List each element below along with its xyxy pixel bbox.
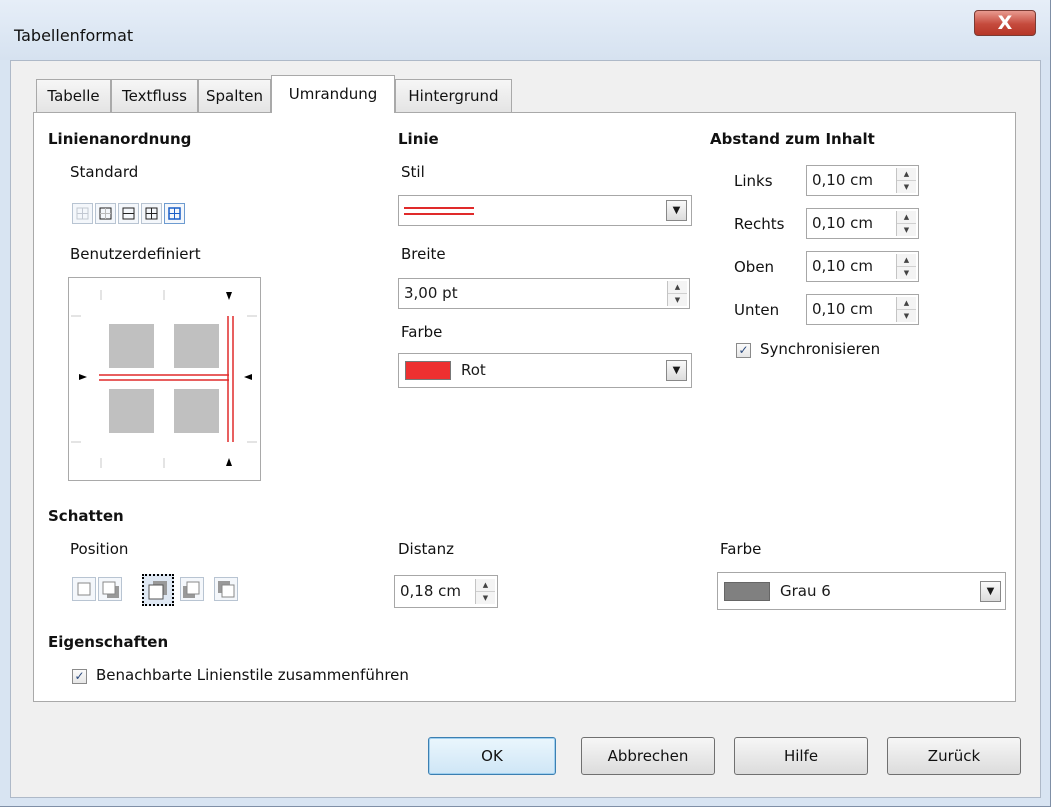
tab-tabelle[interactable]: Tabelle <box>36 79 111 112</box>
tab-umrandung[interactable]: Umrandung <box>271 75 395 113</box>
breite-value: 3,00 pt <box>404 284 458 302</box>
shadow-bottom-left-icon <box>183 581 200 598</box>
arrow-up-icon <box>226 458 232 466</box>
close-button[interactable]: X <box>974 10 1036 36</box>
preset-outer-inner-icon <box>168 207 181 220</box>
rechts-spinner[interactable]: ▲ ▼ <box>896 211 916 236</box>
stil-label: Stil <box>401 163 425 181</box>
shadow-top-right-icon <box>148 581 167 600</box>
border-preview-canvas <box>71 290 257 468</box>
oben-spinner[interactable]: ▲ ▼ <box>896 254 916 279</box>
rechts-value: 0,10 cm <box>812 214 874 232</box>
preset-all-icon <box>145 207 158 220</box>
oben-label: Oben <box>734 258 775 276</box>
linie-farbe-value: Rot <box>461 361 486 379</box>
abstand-heading: Abstand zum Inhalt <box>710 130 875 148</box>
linie-farbe-label: Farbe <box>401 323 443 341</box>
schatten-farbe-dropdown-arrow-icon[interactable]: ▼ <box>980 581 1001 602</box>
distanz-input[interactable]: 0,18 cm ▲ ▼ <box>394 575 498 608</box>
schatten-farbe-dropdown[interactable]: Grau 6 ▼ <box>717 572 1006 610</box>
linie-color-swatch <box>405 361 451 380</box>
cell-bottom-left <box>109 389 154 433</box>
shadow-bottom-left-button[interactable] <box>180 577 204 601</box>
synchronisieren-label: Synchronisieren <box>760 340 881 358</box>
zurueck-button[interactable]: Zurück <box>887 737 1021 775</box>
merge-linestyles-label: Benachbarte Linienstile zusammenführen <box>96 666 409 684</box>
ok-button[interactable]: OK <box>428 737 556 775</box>
schatten-heading: Schatten <box>48 507 124 525</box>
unten-spinner[interactable]: ▲ ▼ <box>896 297 916 322</box>
distanz-spinner[interactable]: ▲ ▼ <box>475 579 495 604</box>
shadow-top-right-button[interactable] <box>142 574 174 606</box>
hilfe-button[interactable]: Hilfe <box>734 737 868 775</box>
shadow-none-button[interactable] <box>72 577 96 601</box>
preset-outer-horizontal-icon <box>122 207 135 220</box>
stil-dropdown-arrow-icon[interactable]: ▼ <box>666 200 687 221</box>
shadow-none-icon <box>77 582 91 596</box>
oben-input[interactable]: 0,10 cm ▲ ▼ <box>806 251 919 282</box>
arrow-down-icon <box>226 292 232 300</box>
tab-spalten[interactable]: Spalten <box>198 79 271 112</box>
rechts-input[interactable]: 0,10 cm ▲ ▼ <box>806 208 919 239</box>
dialog-title: Tabellenformat <box>14 26 134 45</box>
line-style-preview <box>404 207 474 215</box>
border-preview-area[interactable] <box>68 277 261 481</box>
linie-farbe-dropdown[interactable]: Rot ▼ <box>398 353 692 388</box>
synchronisieren-checkbox[interactable]: ✓ <box>736 343 751 358</box>
linienanordnung-heading: Linienanordnung <box>48 130 192 148</box>
preset-outer-icon <box>99 207 112 220</box>
rechts-label: Rechts <box>734 215 785 233</box>
breite-label: Breite <box>401 245 446 263</box>
breite-input[interactable]: 3,00 pt ▲ ▼ <box>398 278 690 309</box>
shadow-bottom-right-icon <box>102 581 119 598</box>
preset-all-borders-button[interactable] <box>141 203 162 224</box>
links-label: Links <box>734 172 773 190</box>
preset-outer-border-button[interactable] <box>95 203 116 224</box>
preset-outer-inner-button[interactable] <box>164 203 185 224</box>
linie-farbe-dropdown-arrow-icon[interactable]: ▼ <box>666 360 687 381</box>
title-bar <box>0 0 1050 60</box>
position-label: Position <box>70 540 129 558</box>
preset-outer-horizontal-button[interactable] <box>118 203 139 224</box>
unten-input[interactable]: 0,10 cm ▲ ▼ <box>806 294 919 325</box>
schatten-farbe-label: Farbe <box>720 540 762 558</box>
standard-label: Standard <box>70 163 139 181</box>
shadow-bottom-right-button[interactable] <box>98 577 122 601</box>
distanz-label: Distanz <box>398 540 454 558</box>
cell-bottom-right <box>174 389 219 433</box>
eigenschaften-heading: Eigenschaften <box>48 633 169 651</box>
cell-top-left <box>109 324 154 368</box>
shadow-top-left-button[interactable] <box>214 577 238 601</box>
stil-dropdown[interactable]: ▼ <box>398 195 692 226</box>
preset-none-icon <box>76 207 89 220</box>
benutzerdefiniert-label: Benutzerdefiniert <box>70 245 201 263</box>
arrow-left-icon <box>244 374 252 380</box>
tab-hintergrund[interactable]: Hintergrund <box>395 79 512 112</box>
tab-textfluss[interactable]: Textfluss <box>111 79 198 112</box>
cell-top-right <box>174 324 219 368</box>
links-value: 0,10 cm <box>812 171 874 189</box>
merge-linestyles-checkbox[interactable]: ✓ <box>72 669 87 684</box>
arrow-right-icon <box>79 374 87 380</box>
schatten-farbe-value: Grau 6 <box>780 582 831 600</box>
distanz-value: 0,18 cm <box>400 582 462 600</box>
schatten-color-swatch <box>724 582 770 601</box>
unten-value: 0,10 cm <box>812 300 874 318</box>
linie-heading: Linie <box>398 130 439 148</box>
shadow-top-left-icon <box>218 581 235 598</box>
unten-label: Unten <box>734 301 780 319</box>
breite-spinner[interactable]: ▲ ▼ <box>667 281 687 306</box>
links-input[interactable]: 0,10 cm ▲ ▼ <box>806 165 919 196</box>
preset-no-borders-button[interactable] <box>72 203 93 224</box>
links-spinner[interactable]: ▲ ▼ <box>896 168 916 193</box>
oben-value: 0,10 cm <box>812 257 874 275</box>
abbrechen-button[interactable]: Abbrechen <box>581 737 715 775</box>
